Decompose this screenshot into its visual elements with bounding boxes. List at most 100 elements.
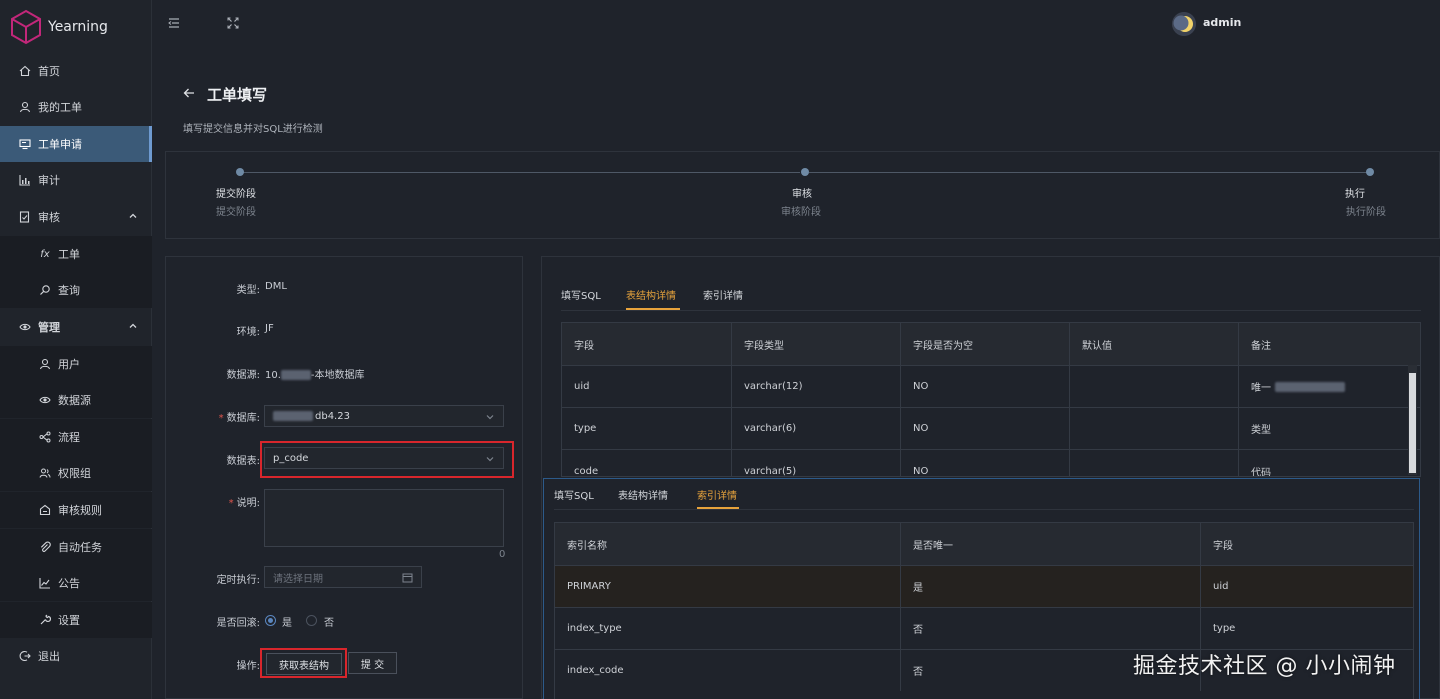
database-label: * 数据库: bbox=[218, 413, 260, 424]
rollback-label: 是否回滚: bbox=[216, 618, 260, 629]
submit-button[interactable]: 提 交 bbox=[348, 652, 397, 674]
sidebar-item-label: 设置 bbox=[58, 614, 80, 627]
table-cell: 类型 bbox=[1238, 408, 1420, 449]
sidebar-item-label: 审核 bbox=[38, 211, 60, 224]
sidebar-item-review-query[interactable]: 查询 bbox=[0, 272, 152, 308]
tab-divider bbox=[554, 509, 1414, 510]
menu-fold-icon[interactable] bbox=[167, 16, 181, 30]
env-label: 环境: bbox=[236, 327, 260, 338]
step-title: 提交阶段 bbox=[216, 189, 256, 200]
sidebar-item-label: 我的工单 bbox=[38, 101, 82, 114]
sidebar-item-label: 用户 bbox=[58, 358, 80, 371]
description-input[interactable] bbox=[264, 489, 504, 547]
sidebar-item-flow[interactable]: 流程 bbox=[0, 419, 152, 455]
column-header: 是否唯一 bbox=[900, 523, 1200, 565]
sidebar-item-my-orders[interactable]: 我的工单 bbox=[0, 89, 152, 125]
arrow-left-icon[interactable] bbox=[182, 86, 196, 100]
tab-write-sql[interactable]: 填写SQL bbox=[554, 487, 594, 502]
table-row: uid varchar(12) NO 唯一 bbox=[562, 365, 1420, 407]
sidebar-item-label: 工单 bbox=[58, 248, 80, 261]
step-title: 执行 bbox=[1345, 189, 1365, 200]
sidebar-item-audit[interactable]: 审计 bbox=[0, 162, 152, 198]
sidebar: Yearning 首页 我的工单 工单申请 审计 审核 fx 工单 查询 管理 … bbox=[0, 0, 152, 699]
action-label: 操作: bbox=[236, 661, 260, 672]
step-title: 审核 bbox=[792, 189, 812, 200]
description-label: * 说明: bbox=[228, 498, 260, 509]
column-header: 字段 bbox=[1200, 523, 1413, 565]
table-label: 数据表: bbox=[226, 456, 260, 467]
description-label-text: 说明: bbox=[236, 498, 260, 509]
sidebar-item-label: 自动任务 bbox=[58, 541, 102, 554]
sidebar-item-home[interactable]: 首页 bbox=[0, 53, 152, 89]
sidebar-item-label: 退出 bbox=[38, 650, 60, 663]
table-cell: index_code bbox=[567, 665, 624, 676]
sidebar-item-review[interactable]: 审核 bbox=[0, 199, 152, 235]
table-row: type varchar(6) NO 类型 bbox=[562, 407, 1420, 449]
rule-icon bbox=[38, 503, 52, 517]
table-cell: uid bbox=[574, 381, 590, 392]
rollback-yes-label: 是 bbox=[282, 618, 292, 629]
tab-index-detail[interactable]: 索引详情 bbox=[703, 287, 743, 302]
step-dot bbox=[801, 168, 809, 176]
flow-icon bbox=[38, 430, 52, 444]
sidebar-item-permission-group[interactable]: 权限组 bbox=[0, 455, 152, 491]
tab-table-structure[interactable]: 表结构详情 bbox=[626, 287, 676, 302]
database-select[interactable]: db4.23 bbox=[264, 405, 504, 427]
fullscreen-icon[interactable] bbox=[226, 16, 240, 30]
table-cell: PRIMARY bbox=[567, 581, 611, 592]
table-cell: 唯一 bbox=[1238, 366, 1420, 407]
table-header-row: 索引名称 是否唯一 字段 bbox=[555, 523, 1413, 565]
sidebar-item-label: 数据源 bbox=[58, 394, 91, 407]
step-desc: 执行阶段 bbox=[1346, 207, 1386, 218]
sidebar-item-label: 流程 bbox=[58, 431, 80, 444]
app-logo[interactable]: Yearning bbox=[8, 8, 108, 46]
remark-text: 唯一 bbox=[1251, 383, 1271, 394]
env-value: JF bbox=[265, 323, 274, 334]
tab-table-structure[interactable]: 表结构详情 bbox=[618, 487, 668, 502]
table-cell: 是 bbox=[900, 566, 1200, 607]
username[interactable]: admin bbox=[1203, 16, 1241, 29]
datasource-value: 10. -本地数据库 bbox=[265, 366, 365, 381]
schedule-date-input[interactable]: 请选择日期 bbox=[264, 566, 422, 588]
column-header: 字段类型 bbox=[731, 323, 900, 365]
cube-logo-icon bbox=[11, 9, 41, 45]
schedule-label: 定时执行: bbox=[216, 575, 260, 586]
step-desc: 审核阶段 bbox=[781, 207, 821, 218]
monitor-icon bbox=[18, 137, 32, 151]
table-cell: NO bbox=[900, 366, 1069, 407]
eye-icon bbox=[38, 393, 52, 407]
rollback-no-radio[interactable] bbox=[306, 615, 317, 626]
redacted-text bbox=[1275, 381, 1345, 392]
table-scrollbar[interactable] bbox=[1408, 365, 1417, 475]
table-cell: NO bbox=[900, 408, 1069, 449]
tab-index-detail[interactable]: 索引详情 bbox=[697, 487, 737, 502]
avatar[interactable] bbox=[1172, 12, 1196, 36]
sidebar-item-review-rules[interactable]: 审核规则 bbox=[0, 492, 152, 528]
fx-icon: fx bbox=[40, 248, 50, 260]
sidebar-item-announcement[interactable]: 公告 bbox=[0, 565, 152, 601]
sidebar-item-label: 审计 bbox=[38, 174, 60, 187]
tab-write-sql[interactable]: 填写SQL bbox=[561, 287, 601, 302]
sidebar-item-logout[interactable]: 退出 bbox=[0, 638, 152, 674]
table-cell bbox=[1069, 408, 1238, 449]
home-icon bbox=[18, 64, 32, 78]
sidebar-item-auto-task[interactable]: 自动任务 bbox=[0, 529, 152, 565]
sidebar-item-datasource[interactable]: 数据源 bbox=[0, 382, 152, 418]
table-row: index_type 否 type bbox=[555, 607, 1413, 649]
scrollbar-thumb[interactable] bbox=[1409, 373, 1416, 473]
table-row: code varchar(5) NO 代码 bbox=[562, 449, 1420, 476]
table-cell: code bbox=[574, 465, 599, 477]
rollback-no-label: 否 bbox=[324, 618, 334, 629]
sidebar-item-order-apply[interactable]: 工单申请 bbox=[0, 126, 152, 162]
sidebar-item-manage[interactable]: 管理 bbox=[0, 309, 152, 345]
sidebar-item-settings[interactable]: 设置 bbox=[0, 602, 152, 638]
column-header: 索引名称 bbox=[567, 540, 607, 552]
redacted-text bbox=[273, 411, 313, 421]
chevron-up-icon bbox=[129, 213, 137, 218]
logout-icon bbox=[18, 649, 32, 663]
sidebar-item-users[interactable]: 用户 bbox=[0, 346, 152, 382]
sidebar-item-label: 管理 bbox=[38, 321, 60, 334]
sidebar-item-review-orders[interactable]: fx 工单 bbox=[0, 236, 152, 272]
rollback-yes-radio[interactable] bbox=[265, 615, 276, 626]
database-label-text: 数据库: bbox=[226, 413, 260, 424]
